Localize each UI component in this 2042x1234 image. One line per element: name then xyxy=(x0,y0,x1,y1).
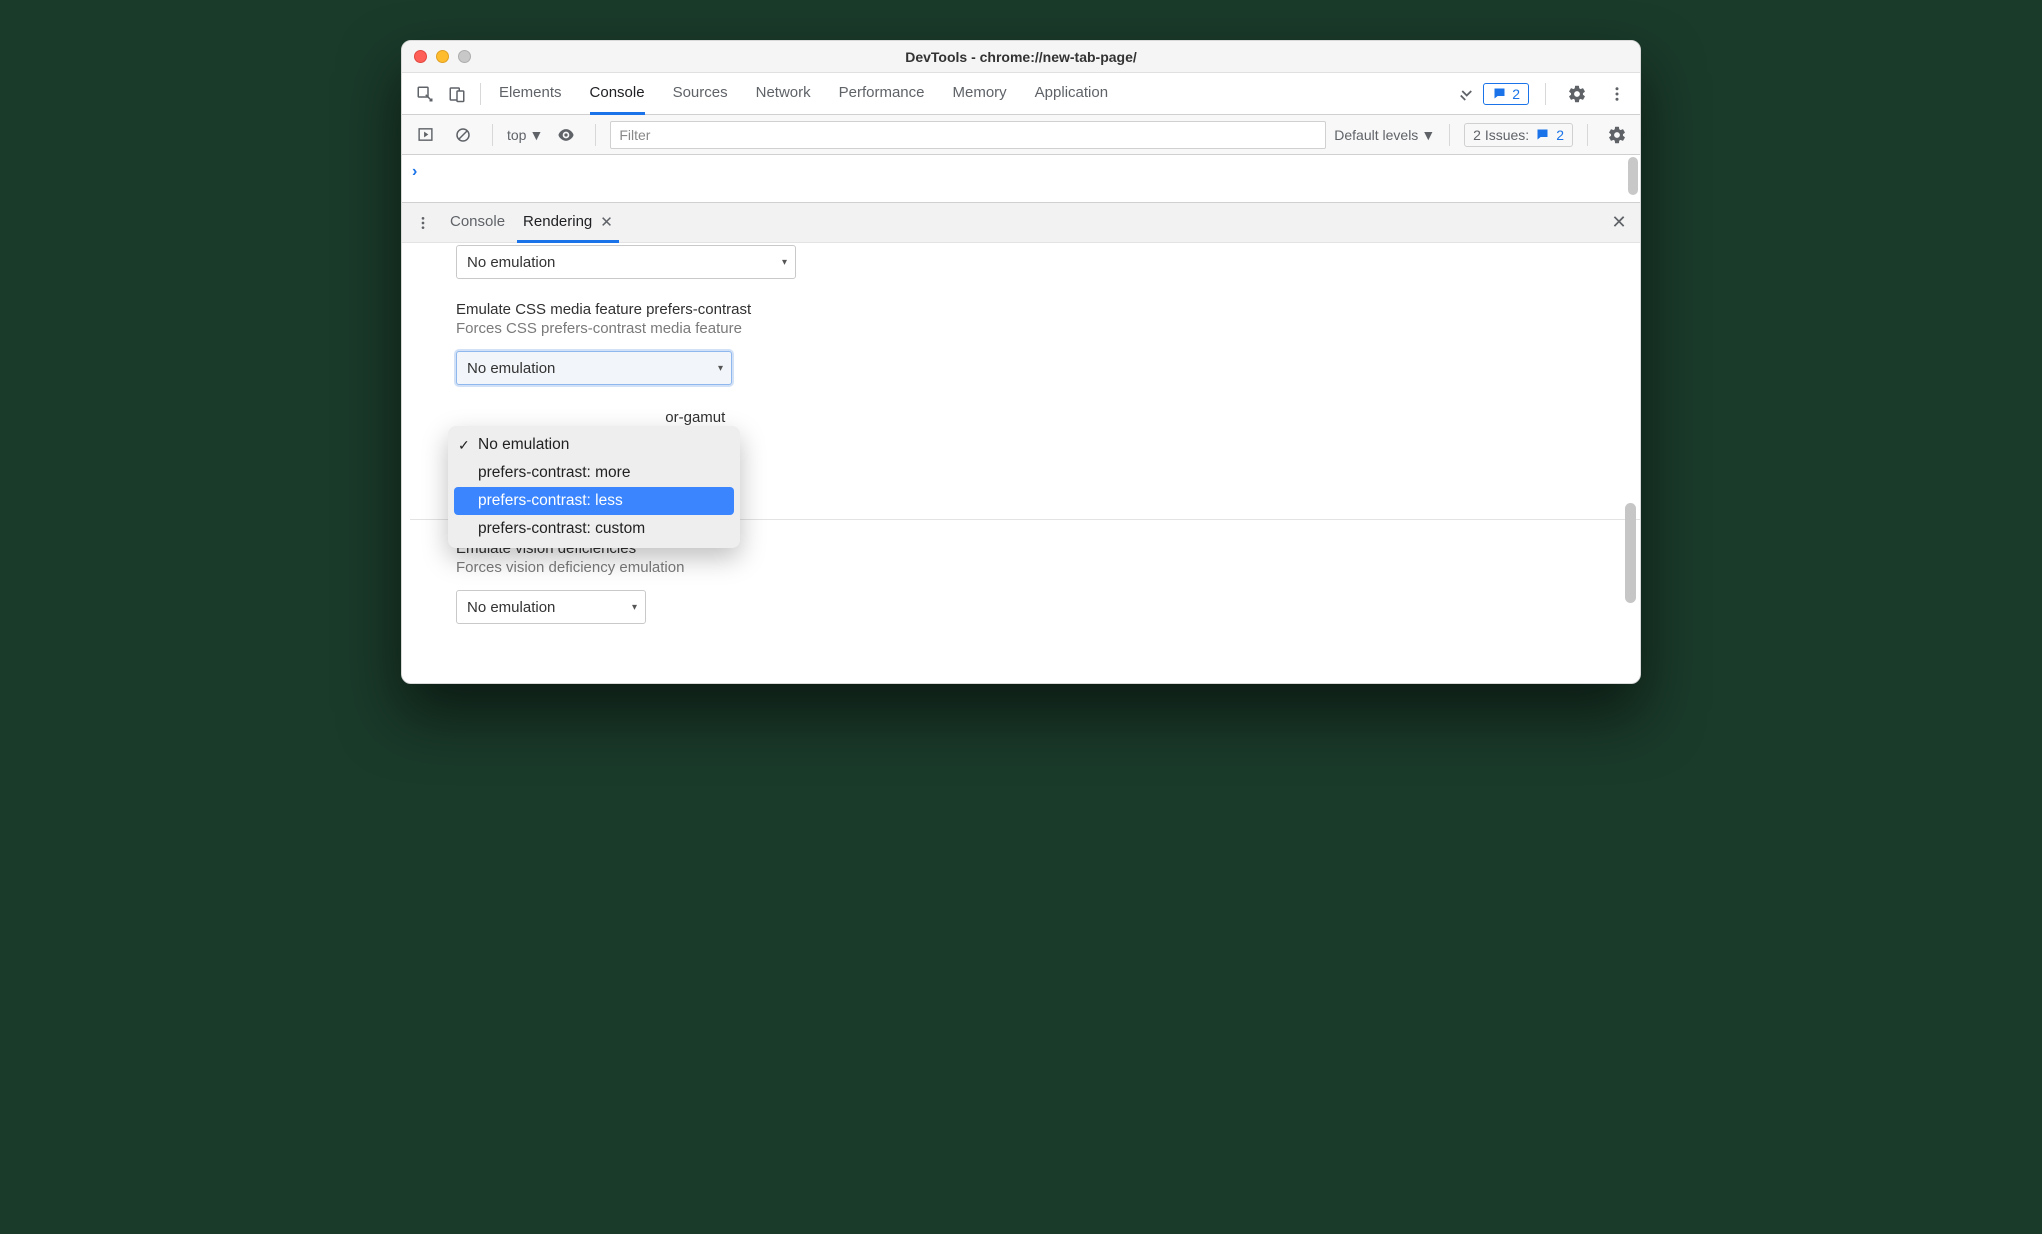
caret-down-icon: ▾ xyxy=(632,602,637,613)
select-vision-deficiency[interactable]: No emulation ▾ xyxy=(456,590,646,624)
issues-box[interactable]: 2 Issues: 2 xyxy=(1464,123,1573,147)
toggle-sidebar-icon[interactable] xyxy=(410,120,440,150)
settings-icon[interactable] xyxy=(1562,79,1592,109)
section-prefers-contrast: Emulate CSS media feature prefers-contra… xyxy=(456,301,1632,385)
tab-application[interactable]: Application xyxy=(1035,73,1108,115)
toggle-device-toolbar-icon[interactable] xyxy=(442,79,472,109)
option-label: No emulation xyxy=(478,436,569,453)
issues-label: 2 Issues: xyxy=(1473,127,1529,143)
window-title: DevTools - chrome://new-tab-page/ xyxy=(402,49,1640,65)
filter-input[interactable]: Filter xyxy=(610,121,1326,149)
select-value: No emulation xyxy=(467,254,555,271)
separator xyxy=(1587,124,1588,146)
select-generic-top[interactable]: No emulation ▾ xyxy=(456,245,796,279)
titlebar: DevTools - chrome://new-tab-page/ xyxy=(402,41,1640,73)
rendering-panel: No emulation ▾ Emulate CSS media feature… xyxy=(402,243,1640,683)
prefers-contrast-listbox: ✓ No emulation prefers-contrast: more pr… xyxy=(448,426,740,548)
separator xyxy=(492,124,493,146)
tab-network[interactable]: Network xyxy=(756,73,811,115)
console-settings-icon[interactable] xyxy=(1602,120,1632,150)
zoom-window-button[interactable] xyxy=(458,50,471,63)
check-icon: ✓ xyxy=(458,437,470,454)
execution-context-dropdown[interactable]: top ▼ xyxy=(507,127,543,143)
inspect-element-icon[interactable] xyxy=(410,79,440,109)
clear-console-icon[interactable] xyxy=(448,120,478,150)
tab-sources[interactable]: Sources xyxy=(673,73,728,115)
console-toolbar: top ▼ Filter Default levels ▼ 2 Issues: … xyxy=(402,115,1640,155)
option-prefers-contrast-custom[interactable]: prefers-contrast: custom xyxy=(448,515,740,543)
scrollbar-thumb[interactable] xyxy=(1628,157,1638,195)
drawer-tabs-row: Console Rendering ✕ ✕ xyxy=(402,203,1640,243)
console-body[interactable]: › xyxy=(402,155,1640,203)
feedback-count: 2 xyxy=(1512,86,1520,102)
log-levels-dropdown[interactable]: Default levels ▼ xyxy=(1334,127,1435,143)
panel-scrollbar-thumb[interactable] xyxy=(1625,503,1636,603)
drawer-tab-console[interactable]: Console xyxy=(444,203,511,243)
minimize-window-button[interactable] xyxy=(436,50,449,63)
separator xyxy=(595,124,596,146)
close-drawer-icon[interactable]: ✕ xyxy=(1604,208,1634,238)
filter-placeholder: Filter xyxy=(619,127,650,143)
option-label: prefers-contrast: custom xyxy=(478,520,645,537)
main-tabs-row: Elements Console Sources Network Perform… xyxy=(402,73,1640,115)
separator xyxy=(1545,83,1546,105)
drawer-kebab-icon[interactable] xyxy=(408,208,438,238)
section-subtitle: Forces CSS prefers-contrast media featur… xyxy=(456,320,1632,337)
select-value: No emulation xyxy=(467,360,555,377)
section-title: Emulate CSS media feature color-gamut xyxy=(456,409,1632,426)
devtools-window: DevTools - chrome://new-tab-page/ Elemen… xyxy=(401,40,1641,684)
right-tools: 2 xyxy=(1483,79,1632,109)
drawer-tab-rendering[interactable]: Rendering ✕ xyxy=(517,203,619,243)
section-title: Emulate CSS media feature prefers-contra… xyxy=(456,301,1632,318)
close-window-button[interactable] xyxy=(414,50,427,63)
more-tabs-icon[interactable] xyxy=(1451,79,1481,109)
live-expression-icon[interactable] xyxy=(551,120,581,150)
close-tab-icon[interactable]: ✕ xyxy=(600,213,613,231)
section-subtitle: Forces vision deficiency emulation xyxy=(456,559,1632,576)
main-tabs: Elements Console Sources Network Perform… xyxy=(489,73,1449,114)
kebab-menu-icon[interactable] xyxy=(1602,79,1632,109)
option-label: prefers-contrast: more xyxy=(478,464,630,481)
levels-label: Default levels xyxy=(1334,127,1418,143)
caret-down-icon: ▼ xyxy=(529,127,543,143)
option-prefers-contrast-more[interactable]: prefers-contrast: more xyxy=(448,459,740,487)
tab-elements[interactable]: Elements xyxy=(499,73,562,115)
caret-down-icon: ▼ xyxy=(1421,127,1435,143)
feedback-badge[interactable]: 2 xyxy=(1483,83,1529,105)
separator xyxy=(480,83,481,105)
option-prefers-contrast-less[interactable]: prefers-contrast: less xyxy=(454,487,734,515)
drawer-tab-label: Rendering xyxy=(523,213,592,230)
tab-console[interactable]: Console xyxy=(590,73,645,115)
window-controls xyxy=(414,50,471,63)
drawer-tab-label: Console xyxy=(450,213,505,230)
separator xyxy=(1449,124,1450,146)
caret-down-icon: ▾ xyxy=(782,257,787,268)
option-no-emulation[interactable]: ✓ No emulation xyxy=(448,431,740,459)
issues-count: 2 xyxy=(1556,127,1564,143)
caret-down-icon: ▾ xyxy=(718,363,723,374)
select-value: No emulation xyxy=(467,599,555,616)
option-label: prefers-contrast: less xyxy=(478,492,623,509)
context-label: top xyxy=(507,127,526,143)
tab-memory[interactable]: Memory xyxy=(953,73,1007,115)
section-vision-deficiencies: Emulate vision deficiencies Forces visio… xyxy=(456,540,1632,624)
select-prefers-contrast[interactable]: No emulation ▾ xyxy=(456,351,732,385)
prompt-icon: › xyxy=(412,163,417,181)
tab-performance[interactable]: Performance xyxy=(839,73,925,115)
